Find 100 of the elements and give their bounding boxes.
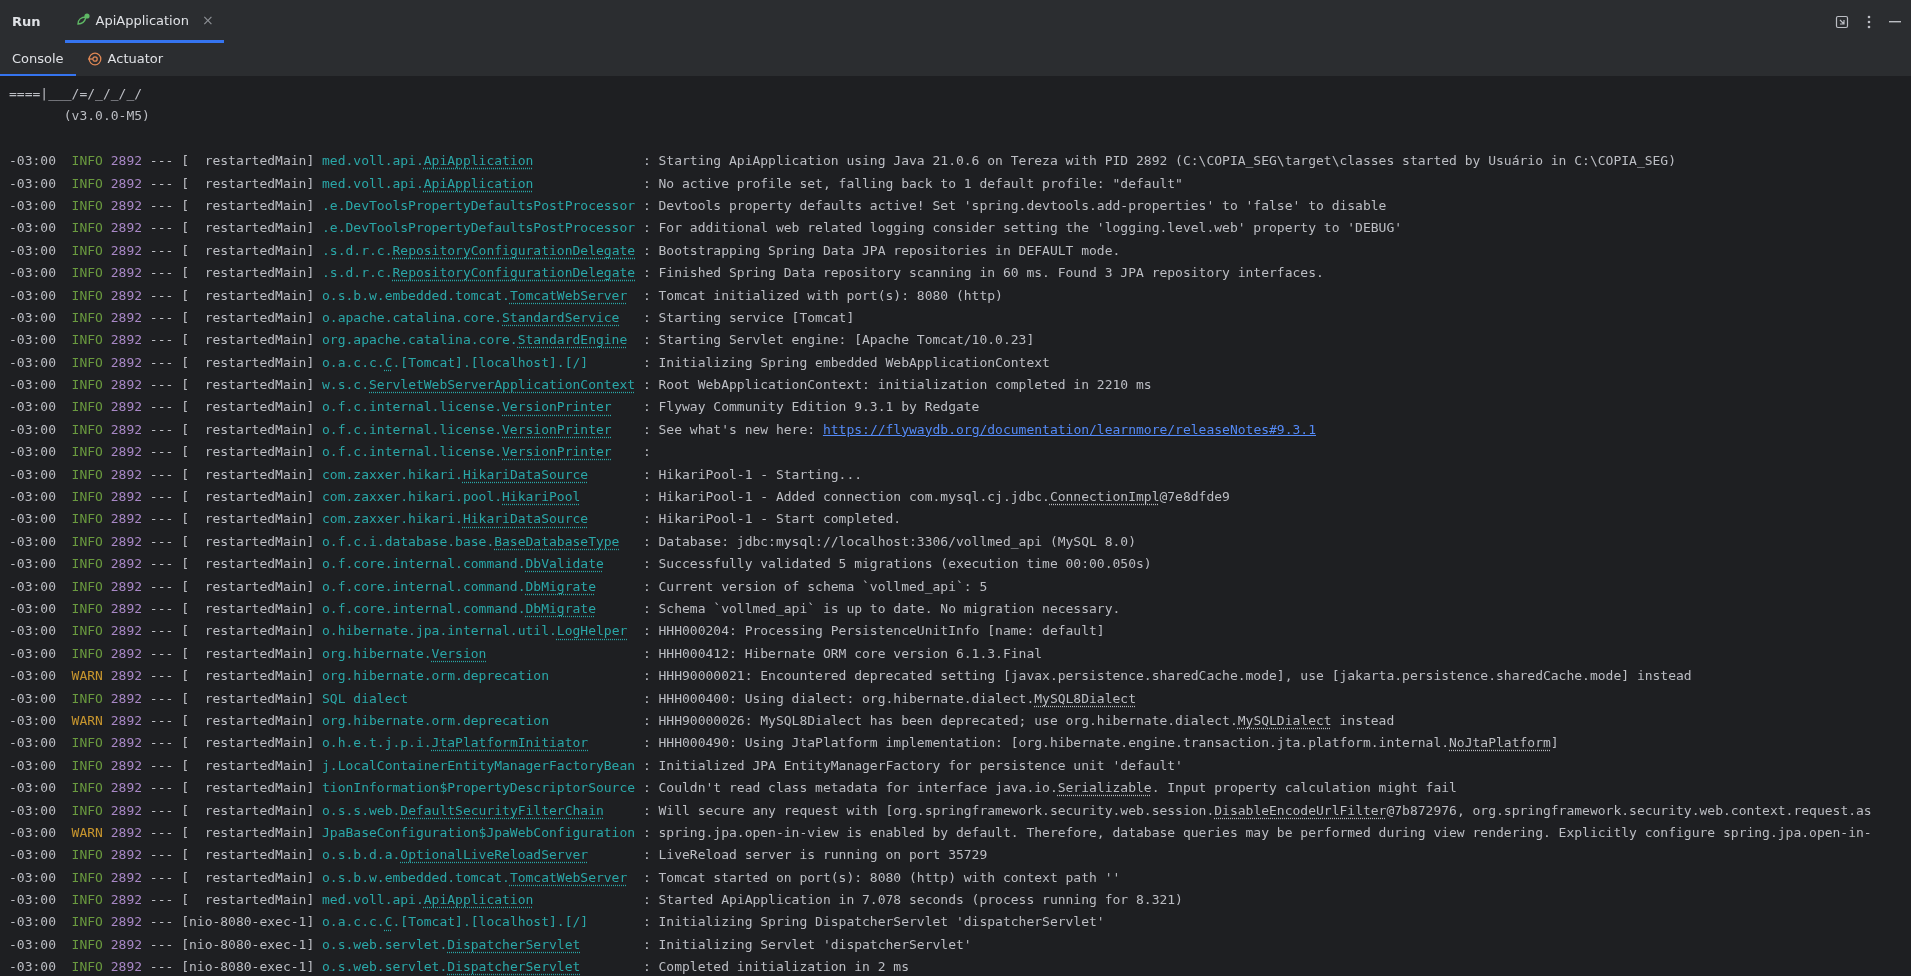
class-link[interactable]: JtaPlatformInitiator xyxy=(431,735,589,751)
process-id: 2892 xyxy=(110,601,143,616)
colon: : xyxy=(642,735,651,751)
class-link[interactable]: VersionPrinter xyxy=(502,399,612,415)
separator: --- xyxy=(149,332,174,348)
class-link[interactable]: MySQL8Dialect xyxy=(1034,690,1136,706)
process-id: 2892 xyxy=(110,824,143,840)
console-tab[interactable]: Actuator xyxy=(75,43,176,76)
class-link[interactable]: MySQLDialect xyxy=(1237,712,1332,728)
class-link[interactable]: ConnectionImpl xyxy=(1049,489,1160,505)
separator: --- xyxy=(149,959,174,975)
logger-name: org.hibernate.orm.deprecation xyxy=(322,712,549,728)
logger-name: med.voll.api.ApiApplication xyxy=(322,892,534,908)
console-tab[interactable]: Console xyxy=(0,43,76,76)
log-message: Root WebApplicationContext: initialization completed in 2210 ms xyxy=(658,377,1152,393)
logger-name: o.f.c.internal.license.VersionPrinter xyxy=(322,399,612,415)
class-link[interactable]: OptionalLiveReloadServer xyxy=(400,847,589,863)
log-level: INFO xyxy=(71,377,103,393)
class-link[interactable]: C xyxy=(384,914,393,930)
colon: : xyxy=(642,466,651,482)
restore-icon[interactable] xyxy=(1835,14,1849,29)
log-level: INFO xyxy=(71,533,103,549)
class-link[interactable]: DefaultSecurityFilterChain xyxy=(400,802,604,818)
process-id: 2892 xyxy=(110,466,143,482)
logger-name: med.voll.api.ApiApplication xyxy=(322,175,534,191)
log-message: HikariPool-1 - Start completed. xyxy=(658,511,902,527)
timestamp: -03:00 xyxy=(9,802,56,818)
log-level: INFO xyxy=(71,892,103,908)
log-level: INFO xyxy=(71,197,103,213)
class-link[interactable]: HikariDataSource xyxy=(462,466,589,482)
colon: : xyxy=(642,444,651,460)
class-link[interactable]: DispatcherServlet xyxy=(447,959,581,975)
colon: : xyxy=(642,399,651,415)
process-id: 2892 xyxy=(110,489,143,505)
class-link[interactable]: ApiApplication xyxy=(423,175,534,191)
class-link[interactable]: VersionPrinter xyxy=(502,421,612,437)
colon: : xyxy=(642,601,651,616)
class-link[interactable]: RepositoryConfigurationDelegate xyxy=(392,265,636,281)
separator: --- xyxy=(149,265,174,281)
timestamp: -03:00 xyxy=(9,847,56,863)
timestamp: -03:00 xyxy=(9,757,56,773)
logger-name: org.hibernate.orm.deprecation xyxy=(322,668,549,684)
log-message: Will secure any request with [org.springframework.security.web.session.DisableEncodeUrlFilter@7b872976, org.springframework.security.web.context.request.as xyxy=(658,802,1872,818)
separator: --- xyxy=(149,735,174,751)
timestamp: -03:00 xyxy=(9,242,56,258)
process-id: 2892 xyxy=(110,780,143,796)
colon: : xyxy=(642,220,651,236)
class-link[interactable]: StandardEngine xyxy=(517,332,628,348)
log-level: INFO xyxy=(71,287,103,303)
class-link[interactable]: BaseDatabaseType xyxy=(494,533,620,549)
class-link[interactable]: Serializable xyxy=(1057,780,1152,796)
class-link[interactable]: HikariDataSource xyxy=(462,511,589,527)
class-link[interactable]: LogHelper xyxy=(556,623,628,639)
class-link[interactable]: ApiApplication xyxy=(423,153,534,169)
separator: --- xyxy=(149,354,174,370)
logger-name: o.s.web.servlet.DispatcherServlet xyxy=(322,936,581,952)
log-level: INFO xyxy=(71,399,103,415)
logger-name: .s.d.r.c.RepositoryConfigurationDelegate xyxy=(322,265,636,281)
class-link[interactable]: RepositoryConfigurationDelegate xyxy=(392,242,636,258)
separator: --- xyxy=(149,175,174,191)
run-config-icon xyxy=(74,12,91,28)
process-id: 2892 xyxy=(110,220,143,236)
class-link[interactable]: DisableEncodeUrlFilter xyxy=(1214,802,1387,818)
minimize-icon[interactable] xyxy=(1889,20,1901,23)
log-level: INFO xyxy=(71,601,103,616)
colon: : xyxy=(642,645,651,661)
logger-name: o.s.s.web.DefaultSecurityFilterChain xyxy=(322,802,604,818)
timestamp: -03:00 xyxy=(9,959,56,975)
more-options-icon[interactable] xyxy=(1867,14,1871,29)
class-link[interactable]: DbMigrate xyxy=(525,578,596,594)
separator: --- xyxy=(149,309,174,325)
logger-name: w.s.c.ServletWebServerApplicationContext xyxy=(322,377,636,393)
class-link[interactable]: DbMigrate xyxy=(525,601,596,616)
colon: : xyxy=(642,242,651,258)
class-link[interactable]: TomcatWebServer xyxy=(509,287,628,303)
class-link[interactable]: HikariPool xyxy=(502,489,581,505)
class-link[interactable]: C xyxy=(384,354,393,370)
class-link[interactable]: Version xyxy=(431,645,487,661)
class-link[interactable]: ServletWebServerApplicationContext xyxy=(369,377,636,393)
class-link[interactable]: TomcatWebServer xyxy=(509,869,628,885)
class-link[interactable]: NoJtaPlatform xyxy=(1449,735,1551,751)
separator: --- xyxy=(149,645,174,661)
logger-name: o.f.core.internal.command.DbValidate xyxy=(322,556,604,572)
colon: : xyxy=(642,556,651,572)
timestamp: -03:00 xyxy=(9,265,56,281)
class-link[interactable]: DispatcherServlet xyxy=(447,936,581,952)
process-id: 2892 xyxy=(110,690,143,706)
process-id: 2892 xyxy=(110,936,143,952)
colon: : xyxy=(642,309,651,325)
class-link[interactable]: VersionPrinter xyxy=(502,444,612,460)
close-button[interactable]: × xyxy=(201,12,214,28)
thread-name: [ restartedMain] xyxy=(181,780,315,796)
separator: --- xyxy=(149,444,174,460)
log-level: WARN xyxy=(71,712,103,728)
thread-name: [ restartedMain] xyxy=(181,220,315,236)
class-link[interactable]: StandardService xyxy=(502,309,620,325)
process-id: 2892 xyxy=(110,421,143,437)
class-link[interactable]: DbValidate xyxy=(525,556,604,572)
class-link[interactable]: ApiApplication xyxy=(423,892,534,908)
url-link[interactable]: https://flywaydb.org/documentation/learnmore/releaseNotes#9.3.1 xyxy=(822,421,1316,437)
